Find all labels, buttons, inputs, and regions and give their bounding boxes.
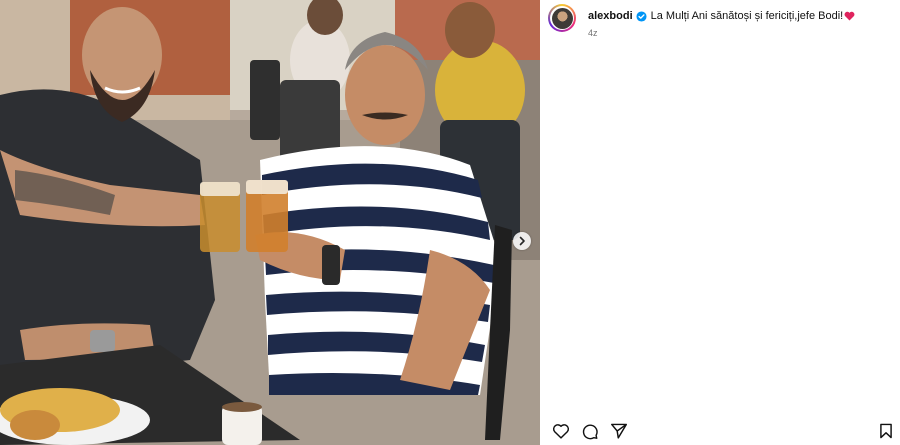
post-side-panel: alexbodi La Mulți Ani sănătoși și ferici… [540,0,900,445]
verified-badge-icon [636,10,647,22]
heart-outline-icon [552,424,570,439]
chevron-right-icon [519,236,525,246]
save-button[interactable] [879,423,893,439]
bookmark-icon [880,423,892,439]
avatar-ring-inner [550,6,574,30]
avatar-image [551,7,573,29]
post-timestamp[interactable]: 4z [588,28,855,38]
comment-button[interactable] [581,423,599,440]
username-link[interactable]: alexbodi [588,10,633,22]
avatar[interactable] [548,4,576,32]
comment-bubble-icon [582,424,598,440]
like-button[interactable] [552,423,570,439]
caption-line: alexbodi La Mulți Ani sănătoși și ferici… [588,10,855,22]
caption-text: La Mulți Ani sănătoși și fericiți,jefe B… [650,10,844,22]
post-meta: alexbodi La Mulți Ani sănătoși și ferici… [588,4,855,38]
post-photo[interactable] [0,0,540,445]
next-photo-button[interactable] [513,232,531,250]
post-header: alexbodi La Mulți Ani sănătoși și ferici… [548,4,855,38]
action-bar [552,423,896,443]
paper-plane-icon [611,423,627,439]
share-button[interactable] [610,423,628,439]
red-heart-emoji-icon [844,11,855,21]
